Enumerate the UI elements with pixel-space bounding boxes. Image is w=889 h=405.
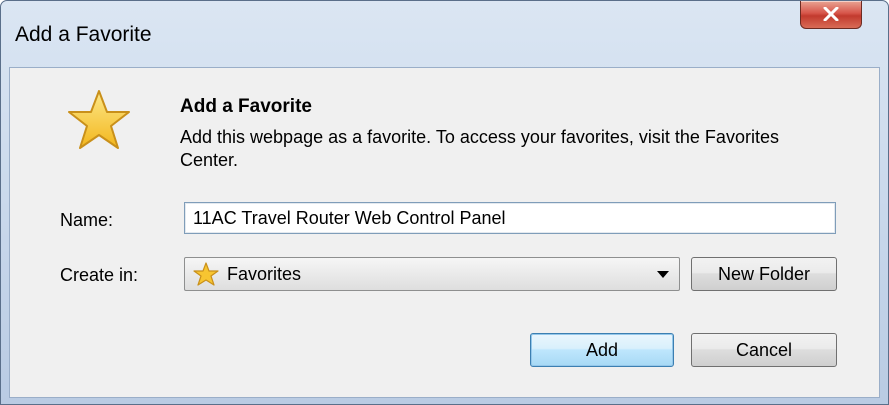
create-in-dropdown[interactable]: Favorites — [184, 257, 680, 291]
close-icon — [823, 7, 839, 21]
create-in-label: Create in: — [60, 265, 139, 285]
window-title: Add a Favorite — [15, 23, 152, 46]
close-button[interactable] — [800, 1, 862, 29]
cancel-button[interactable]: Cancel — [691, 333, 837, 367]
create-in-value: Favorites — [227, 264, 302, 284]
dialog-body: Add a Favorite Add this webpage as a fav… — [9, 67, 880, 398]
add-favorite-window: Add a Favorite Add a Favorite Add this w… — [0, 0, 889, 405]
chevron-down-icon[interactable] — [657, 271, 669, 278]
star-icon — [68, 90, 130, 149]
add-button[interactable]: Add — [530, 333, 674, 367]
dialog-heading: Add a Favorite — [180, 96, 312, 117]
dialog-description: Add this webpage as a favorite. To acces… — [180, 127, 779, 170]
name-label: Name: — [60, 210, 114, 230]
new-folder-button[interactable]: New Folder — [691, 257, 837, 291]
favorites-star-icon — [193, 262, 219, 286]
name-input[interactable] — [184, 202, 836, 234]
